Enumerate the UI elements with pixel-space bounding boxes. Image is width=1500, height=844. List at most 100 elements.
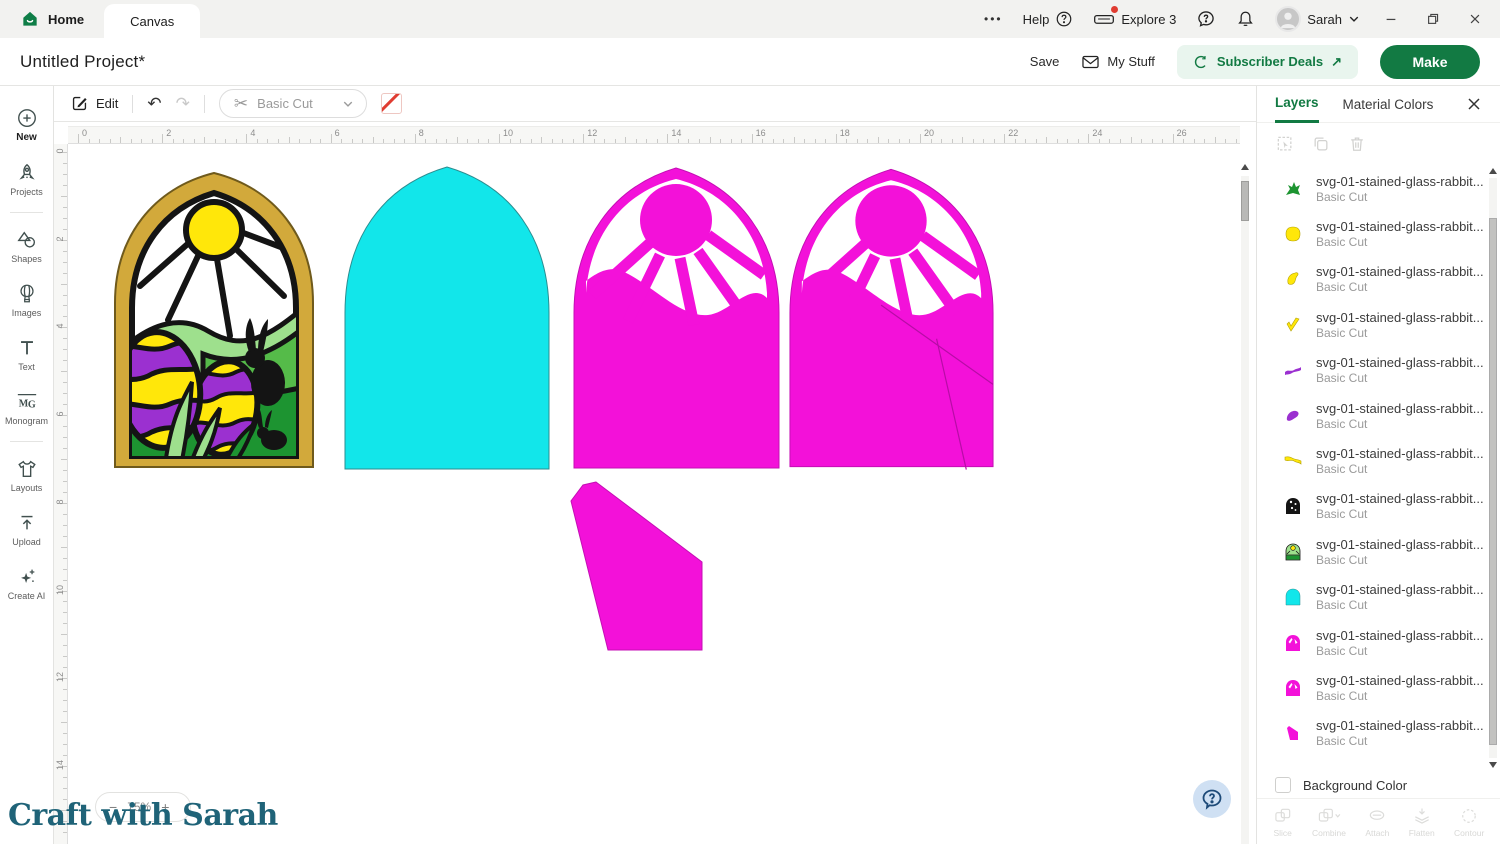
layer-meta: svg-01-stained-glass-rabbit...Basic Cut <box>1316 582 1481 612</box>
canvas-shape-arch-magenta-2[interactable] <box>786 163 997 472</box>
layer-meta: svg-01-stained-glass-rabbit...Basic Cut <box>1316 446 1481 476</box>
slice-button[interactable]: Slice <box>1273 806 1293 838</box>
layers-scrollbar[interactable] <box>1489 166 1498 770</box>
tshirt-icon <box>16 458 38 480</box>
redo-button[interactable]: ↷ <box>176 95 190 112</box>
scrollbar-thumb[interactable] <box>1241 181 1249 221</box>
restore-button[interactable] <box>1422 12 1444 26</box>
layer-row[interactable]: svg-01-stained-glass-rabbit...Basic Cut <box>1257 620 1489 665</box>
ruler-number: 14 <box>671 128 681 138</box>
layer-row[interactable]: svg-01-stained-glass-rabbit...Basic Cut <box>1257 438 1489 483</box>
layer-row[interactable]: svg-01-stained-glass-rabbit...Basic Cut <box>1257 348 1489 393</box>
delete-icon[interactable] <box>1347 134 1367 154</box>
layer-row[interactable]: svg-01-stained-glass-rabbit...Basic Cut <box>1257 166 1489 211</box>
canvas-shape-arch-cyan[interactable] <box>342 163 552 472</box>
tab-layers[interactable]: Layers <box>1275 86 1319 123</box>
canvas-vertical-scrollbar[interactable] <box>1240 162 1250 844</box>
layer-row[interactable]: svg-01-stained-glass-rabbit...Basic Cut <box>1257 529 1489 574</box>
edit-button[interactable]: Edit <box>70 94 118 113</box>
subscriber-deals-button[interactable]: Subscriber Deals ↗ <box>1177 45 1358 79</box>
window-tabs: Home Canvas <box>0 0 200 38</box>
background-color-checkbox[interactable] <box>1275 777 1291 793</box>
layer-row[interactable]: svg-01-stained-glass-rabbit...Basic Cut <box>1257 665 1489 710</box>
arrow-up-right-icon: ↗ <box>1331 54 1342 70</box>
balloon-icon <box>16 283 38 305</box>
ruler-number: 12 <box>55 670 65 684</box>
flatten-button[interactable]: Flatten <box>1409 806 1435 838</box>
sidebar-item-projects[interactable]: Projects <box>0 152 53 206</box>
app-window: Home Canvas ••• Help Explore 3 <box>0 0 1500 844</box>
layer-row[interactable]: svg-01-stained-glass-rabbit...Basic Cut <box>1257 302 1489 347</box>
my-stuff-button[interactable]: My Stuff <box>1081 54 1154 70</box>
combine-icon <box>1316 806 1342 826</box>
layer-row[interactable]: svg-01-stained-glass-rabbit...Basic Cut <box>1257 257 1489 302</box>
canvas-shape-hill-piece-magenta[interactable] <box>568 480 704 652</box>
combine-button[interactable]: Combine <box>1312 806 1346 838</box>
scroll-down-icon[interactable] <box>1489 762 1497 768</box>
rocket-icon <box>16 162 38 184</box>
tab-home[interactable]: Home <box>0 0 104 38</box>
layer-thumbnail-magenta-window <box>1283 677 1305 699</box>
layer-row[interactable]: svg-01-stained-glass-rabbit...Basic Cut <box>1257 484 1489 529</box>
layer-cut-type: Basic Cut <box>1316 235 1481 249</box>
contour-button[interactable]: Contour <box>1454 806 1484 838</box>
canvas-shape-stained-glass-window-color[interactable] <box>108 168 320 473</box>
scroll-up-icon[interactable] <box>1241 164 1249 170</box>
layer-meta: svg-01-stained-glass-rabbit...Basic Cut <box>1316 718 1481 748</box>
save-button[interactable]: Save <box>1030 54 1060 69</box>
duplicate-icon[interactable] <box>1311 134 1331 154</box>
layer-name: svg-01-stained-glass-rabbit... <box>1316 401 1481 416</box>
ruler-number: 18 <box>840 128 850 138</box>
tab-canvas[interactable]: Canvas <box>104 4 200 38</box>
layer-row[interactable]: svg-01-stained-glass-rabbit...Basic Cut <box>1257 393 1489 438</box>
sidebar-item-layouts[interactable]: Layouts <box>0 448 53 502</box>
layer-thumbnail-purple-squiggle <box>1283 359 1305 381</box>
color-swatch[interactable] <box>381 93 402 114</box>
close-button[interactable] <box>1464 12 1486 26</box>
undo-button[interactable]: ↶ <box>147 95 161 112</box>
cut-type-select[interactable]: ✂ Basic Cut <box>219 89 367 118</box>
sidebar-item-images[interactable]: Images <box>0 273 53 327</box>
tab-material-colors[interactable]: Material Colors <box>1343 86 1434 123</box>
layer-cut-type: Basic Cut <box>1316 462 1481 476</box>
sidebar-item-upload[interactable]: Upload <box>0 502 53 556</box>
layer-thumbnail-color-window <box>1283 541 1305 563</box>
canvas[interactable] <box>68 144 1240 844</box>
layer-row[interactable]: svg-01-stained-glass-rabbit...Basic Cut <box>1257 711 1489 756</box>
layer-row[interactable]: svg-01-stained-glass-rabbit...Basic Cut <box>1257 575 1489 620</box>
canvas-shape-arch-magenta-1[interactable] <box>570 163 783 472</box>
explore-menu[interactable]: Explore 3 <box>1093 10 1176 28</box>
help-floating-button[interactable] <box>1193 780 1231 818</box>
layer-row[interactable]: svg-01-stained-glass-rabbit...Basic Cut <box>1257 211 1489 256</box>
sidebar-item-shapes[interactable]: Shapes <box>0 219 53 273</box>
scissors-icon: ✂ <box>234 95 248 112</box>
scroll-up-icon[interactable] <box>1489 168 1497 174</box>
more-menu-icon[interactable]: ••• <box>984 12 1003 26</box>
background-color-label: Background Color <box>1303 778 1407 793</box>
scrollbar-track[interactable] <box>1241 176 1249 844</box>
sidebar-item-text[interactable]: Text <box>0 327 53 381</box>
feedback-bubble-icon[interactable] <box>1196 9 1216 29</box>
sidebar-item-monogram[interactable]: MGMonogram <box>0 381 53 435</box>
ruler-number: 2 <box>166 128 171 138</box>
attach-icon <box>1367 806 1387 826</box>
subscriber-deals-label: Subscriber Deals <box>1217 54 1323 69</box>
flatten-icon <box>1412 806 1432 826</box>
attach-button[interactable]: Attach <box>1365 806 1389 838</box>
scrollbar-thumb[interactable] <box>1489 218 1497 745</box>
layer-cut-type: Basic Cut <box>1316 644 1481 658</box>
help-menu[interactable]: Help <box>1023 10 1074 28</box>
canvas-wrap: 02468101214161820222426 02468101214 <box>54 122 1256 844</box>
sidebar-item-new[interactable]: New <box>0 98 53 152</box>
notifications-bell-icon[interactable] <box>1236 9 1255 29</box>
close-panel-icon[interactable] <box>1466 96 1482 112</box>
svg-text:G: G <box>27 399 35 410</box>
sidebar-item-create-ai[interactable]: Create AI <box>0 556 53 610</box>
layer-thumbnail-magenta-blob <box>1283 722 1305 744</box>
user-menu[interactable]: Sarah <box>1275 6 1360 32</box>
group-icon[interactable] <box>1275 134 1295 154</box>
make-button[interactable]: Make <box>1380 45 1480 79</box>
minimize-button[interactable] <box>1380 12 1402 26</box>
ruler-number: 6 <box>335 128 340 138</box>
layers-panel: Layers Material Colors svg-01-stained-gl… <box>1256 86 1500 844</box>
